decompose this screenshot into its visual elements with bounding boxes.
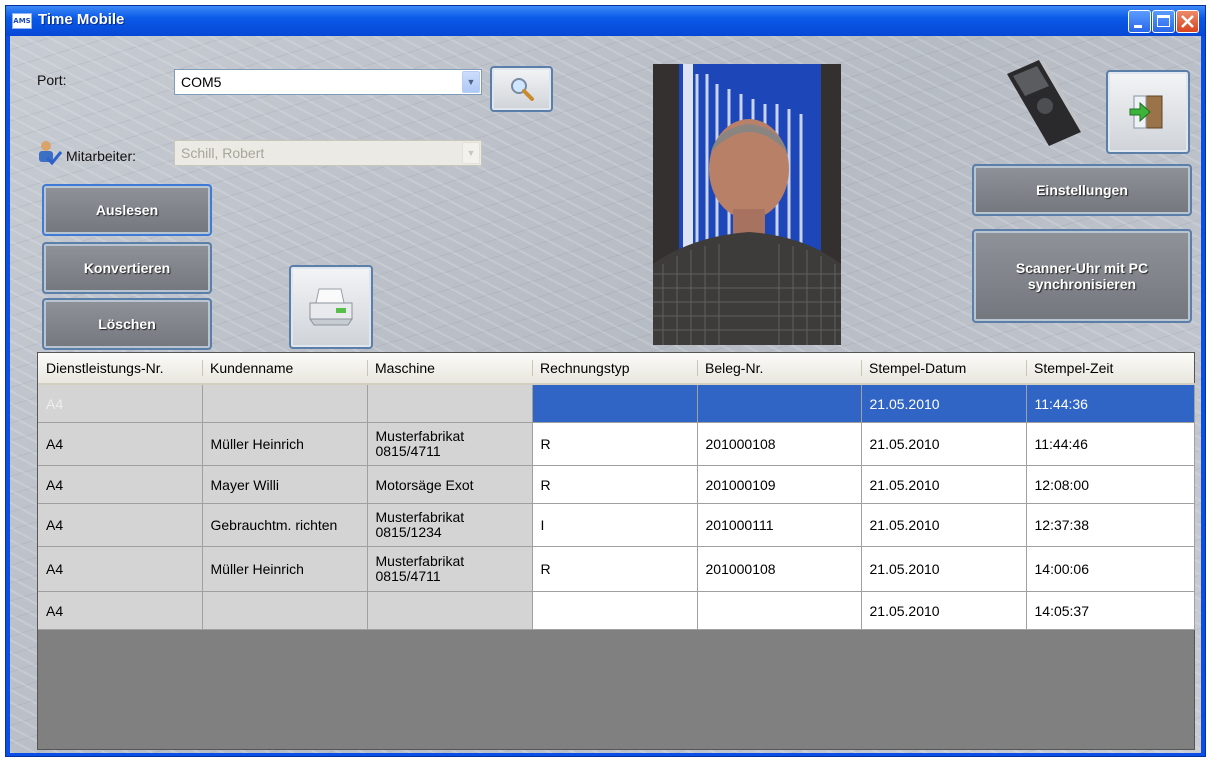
sync-label-line1: Scanner-Uhr mit PC: [1015, 259, 1149, 276]
cell-datum[interactable]: 21.05.2010: [861, 465, 1027, 504]
table-row[interactable]: A4 Müller Heinrich Musterfabrikat 0815/47…: [38, 546, 1195, 592]
cell-beleg[interactable]: [697, 384, 862, 423]
column-header[interactable]: Rechnungstyp: [532, 353, 697, 385]
maximize-button[interactable]: [1152, 10, 1175, 33]
search-port-button[interactable]: [490, 66, 553, 112]
chevron-down-icon: ▼: [462, 142, 480, 164]
cell-typ[interactable]: R: [532, 546, 698, 592]
title-bar[interactable]: AMS Time Mobile: [6, 6, 1205, 36]
cell-beleg[interactable]: 201000109: [697, 465, 862, 504]
cell-datum[interactable]: 21.05.2010: [861, 503, 1027, 547]
app-window: AMS Time Mobile Port: COM5 ▼ Mitarbeiter…: [5, 5, 1206, 757]
printer-icon: [309, 288, 353, 326]
cell-maschine[interactable]: Motorsäge Exot: [367, 465, 533, 504]
cell-datum[interactable]: 21.05.2010: [861, 384, 1027, 423]
cell-maschine[interactable]: Musterfabrikat 0815/4711: [367, 422, 533, 466]
column-header[interactable]: Kundenname: [202, 353, 367, 385]
cell-maschine[interactable]: Musterfabrikat 0815/4711: [367, 546, 533, 592]
cell-kunde[interactable]: Müller Heinrich: [202, 422, 368, 466]
cell-nr[interactable]: A4: [38, 422, 203, 466]
port-select[interactable]: COM5 ▼: [174, 69, 482, 95]
print-button[interactable]: [289, 265, 373, 349]
exit-door-icon: [1129, 95, 1163, 129]
konvertieren-button[interactable]: Konvertieren: [42, 242, 212, 294]
minimize-button[interactable]: [1128, 10, 1151, 33]
cell-maschine[interactable]: [367, 591, 533, 630]
cell-maschine[interactable]: Musterfabrikat 0815/1234: [367, 503, 533, 547]
cell-zeit[interactable]: 14:05:37: [1026, 591, 1195, 630]
scan-table: Dienstleistungs-Nr. Kundenname Maschine …: [38, 353, 1195, 630]
cell-zeit[interactable]: 14:00:06: [1026, 546, 1195, 592]
table-row[interactable]: A4 Gebrauchtm. richten Musterfabrikat 081…: [38, 503, 1195, 547]
cell-beleg[interactable]: 201000108: [697, 422, 862, 466]
close-icon: [1181, 15, 1194, 28]
port-label: Port:: [37, 72, 67, 88]
cell-datum[interactable]: 21.05.2010: [861, 546, 1027, 592]
column-header[interactable]: Stempel-Datum: [861, 353, 1026, 385]
cell-typ[interactable]: [532, 384, 698, 423]
column-header[interactable]: Beleg-Nr.: [697, 353, 861, 385]
cell-kunde[interactable]: [202, 384, 368, 423]
cell-beleg[interactable]: 201000111: [697, 503, 862, 547]
data-grid[interactable]: Dienstleistungs-Nr. Kundenname Maschine …: [37, 352, 1195, 750]
cell-kunde[interactable]: Mayer Willi: [202, 465, 368, 504]
cell-typ[interactable]: I: [532, 503, 698, 547]
mitarbeiter-select: Schill, Robert ▼: [174, 140, 482, 166]
exit-button[interactable]: [1106, 70, 1190, 154]
cell-nr[interactable]: A4: [38, 384, 203, 423]
scanner-device-icon: [993, 56, 1093, 150]
cell-nr[interactable]: A4: [38, 591, 203, 630]
table-row[interactable]: A4 21.05.2010 11:44:36: [38, 384, 1195, 423]
table-row[interactable]: A4 Mayer Willi Motorsäge Exot R 20100010…: [38, 465, 1195, 504]
magnifier-icon: [510, 78, 534, 101]
column-header[interactable]: Maschine: [367, 353, 532, 385]
chevron-down-icon[interactable]: ▼: [462, 71, 480, 93]
app-icon: AMS: [12, 13, 32, 29]
window-title: Time Mobile: [38, 11, 125, 28]
table-header-row: Dienstleistungs-Nr. Kundenname Maschine …: [38, 353, 1194, 385]
user-check-icon: [37, 140, 63, 166]
cell-kunde[interactable]: Müller Heinrich: [202, 546, 368, 592]
port-value: COM5: [181, 74, 222, 90]
employee-photo: [653, 64, 841, 345]
cell-beleg[interactable]: 201000108: [697, 546, 862, 592]
cell-datum[interactable]: 21.05.2010: [861, 591, 1027, 630]
cell-kunde[interactable]: [202, 591, 368, 630]
column-header[interactable]: Dienstleistungs-Nr.: [38, 353, 202, 385]
minimize-icon: [1134, 25, 1142, 28]
cell-nr[interactable]: A4: [38, 503, 203, 547]
cell-zeit[interactable]: 11:44:36: [1026, 384, 1195, 423]
sync-clock-button[interactable]: Scanner-Uhr mit PC synchronisieren: [972, 229, 1192, 323]
cell-typ[interactable]: R: [532, 422, 698, 466]
loeschen-button[interactable]: Löschen: [42, 298, 212, 350]
maximize-icon: [1157, 15, 1170, 27]
cell-datum[interactable]: 21.05.2010: [861, 422, 1027, 466]
mitarbeiter-value: Schill, Robert: [181, 145, 265, 161]
cell-nr[interactable]: A4: [38, 546, 203, 592]
cell-typ[interactable]: [532, 591, 698, 630]
table-row[interactable]: A4 21.05.2010 14:05:37: [38, 591, 1195, 630]
close-button[interactable]: [1176, 10, 1199, 33]
einstellungen-button[interactable]: Einstellungen: [972, 164, 1192, 216]
cell-maschine[interactable]: [367, 384, 533, 423]
cell-zeit[interactable]: 12:37:38: [1026, 503, 1195, 547]
cell-beleg[interactable]: [697, 591, 862, 630]
cell-zeit[interactable]: 11:44:46: [1026, 422, 1195, 466]
sync-label-line2: synchronisieren: [1027, 276, 1137, 292]
auslesen-button[interactable]: Auslesen: [42, 184, 212, 236]
column-header[interactable]: Stempel-Zeit: [1026, 353, 1194, 385]
client-area: Port: COM5 ▼ Mitarbeiter: Schill, Robert…: [10, 36, 1201, 753]
cell-nr[interactable]: A4: [38, 465, 203, 504]
cell-typ[interactable]: R: [532, 465, 698, 504]
cell-kunde[interactable]: Gebrauchtm. richten: [202, 503, 368, 547]
mitarbeiter-label: Mitarbeiter:: [66, 148, 137, 164]
table-row[interactable]: A4 Müller Heinrich Musterfabrikat 0815/47…: [38, 422, 1195, 466]
cell-zeit[interactable]: 12:08:00: [1026, 465, 1195, 504]
